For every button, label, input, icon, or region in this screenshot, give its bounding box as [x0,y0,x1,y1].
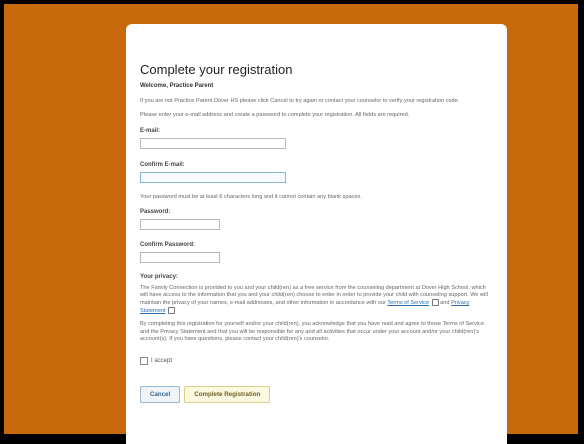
intro-text: If you are not Practice Parent Dover HS … [140,98,460,104]
confirm-password-label: Confirm Password: [140,241,196,248]
external-window-icon [431,299,439,307]
instructions-text: Please enter your e-mail address and cre… [140,112,410,119]
checkbox-icon[interactable] [140,357,148,365]
confirm-password-field[interactable] [140,251,220,263]
password-hint: Your password must be at least 6 charact… [140,194,362,201]
cancel-button[interactable]: Cancel [140,386,181,403]
email-label: E-mail: [140,128,161,135]
and-text: and [440,300,450,306]
confirm-email-field[interactable] [140,172,286,184]
accept-label: I accept [151,358,173,364]
confirm-email-label: Confirm E-mail: [140,162,185,169]
background-frame: Complete your registration Welcome, Prac… [4,4,578,444]
acknowledgement-text: By completing this registration for your… [140,321,485,342]
accept-row[interactable]: I accept [140,357,493,365]
email-field[interactable] [140,138,286,150]
password-label: Password: [140,208,171,215]
registration-card: Complete your registration Welcome, Prac… [126,24,507,444]
button-row: Cancel Complete Registration [140,383,493,403]
external-window-icon [168,307,176,315]
welcome-text: Welcome, Practice Parent [140,83,214,89]
terms-of-service-link[interactable]: Terms of Service [387,300,429,306]
privacy-heading: Your privacy: [140,273,178,280]
privacy-paragraph: The Family Connection is provided to you… [140,285,493,316]
page-title: Complete your registration [140,62,293,77]
complete-registration-button[interactable]: Complete Registration [184,386,271,403]
password-field[interactable] [140,218,220,230]
